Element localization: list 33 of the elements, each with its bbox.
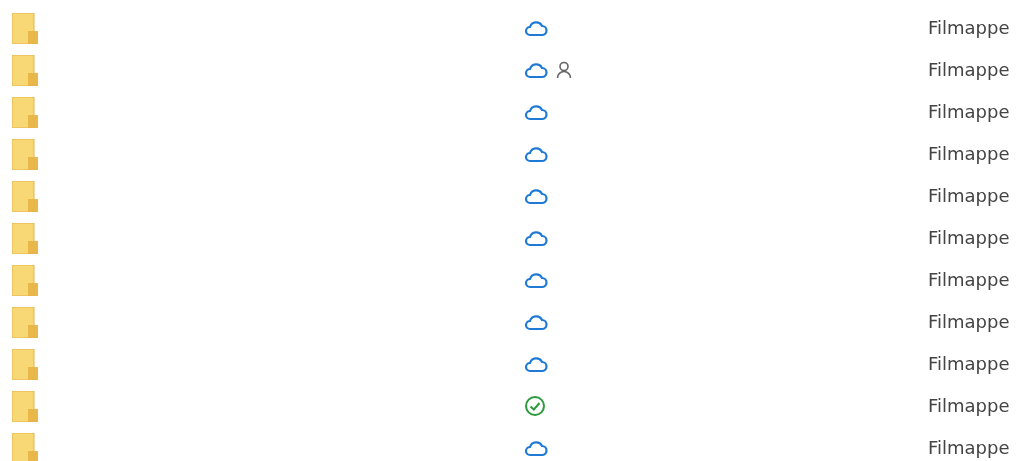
cloud-icon: [524, 103, 548, 121]
type-text: Filmappe: [928, 437, 1011, 459]
cloud-icon: [524, 313, 548, 331]
cloud-icon: [524, 19, 548, 37]
type-text: Filmappe: [928, 17, 1011, 39]
type-text: Filmappe: [928, 185, 1011, 207]
cloud-icon: [524, 271, 548, 289]
cloud-icon: [524, 145, 548, 163]
folder-icon: [12, 54, 38, 86]
folder-icon: [12, 306, 38, 338]
cloud-icon: [524, 439, 548, 457]
type-text: Filmappe: [928, 227, 1011, 249]
folder-icon: [12, 390, 38, 422]
type-text: Filmappe: [928, 353, 1011, 375]
cloud-icon: [524, 229, 548, 247]
folder-icon: [12, 222, 38, 254]
type-text: Filmappe: [928, 311, 1011, 333]
folder-icon: [12, 12, 38, 44]
type-text: Filmappe: [928, 59, 1011, 81]
folder-icon: [12, 96, 38, 128]
check-circle-icon: [524, 395, 546, 417]
cloud-icon: [524, 355, 548, 373]
folder-icon: [12, 432, 38, 461]
type-text: Filmappe: [928, 395, 1011, 417]
folder-icon: [12, 264, 38, 296]
type-text: Filmappe: [928, 269, 1011, 291]
folder-icon: [12, 138, 38, 170]
type-text: Filmappe: [928, 101, 1011, 123]
cloud-icon: [524, 187, 548, 205]
folder-icon: [12, 180, 38, 212]
folder-icon: [12, 348, 38, 380]
cloud-icon: [524, 61, 548, 79]
type-text: Filmappe: [928, 143, 1011, 165]
